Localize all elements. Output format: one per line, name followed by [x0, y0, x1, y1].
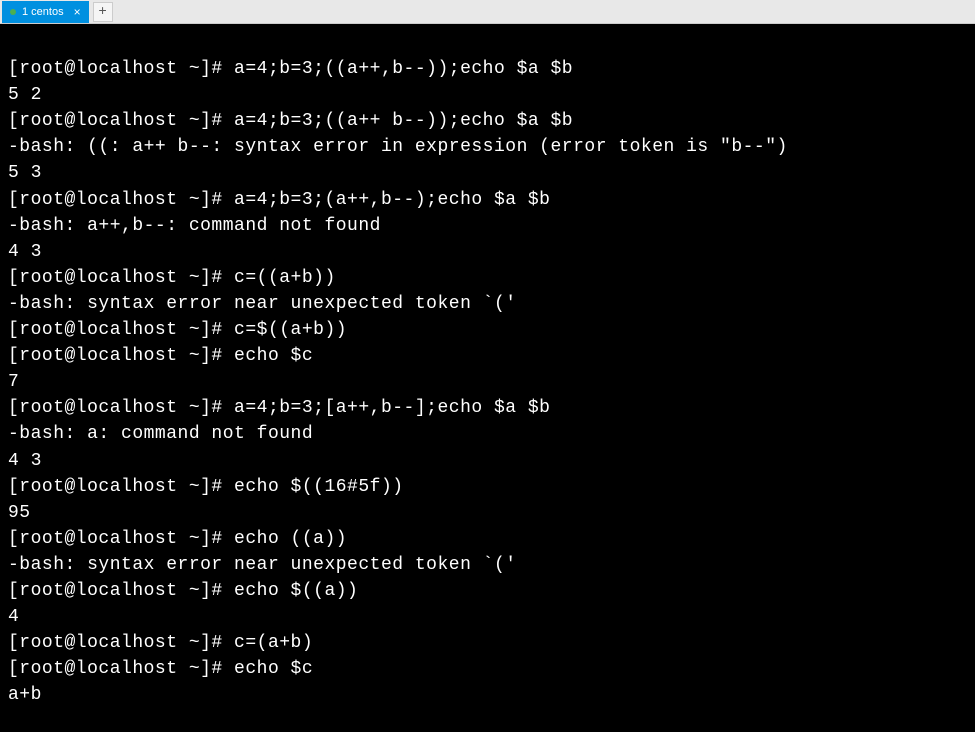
terminal-output-line: 95: [8, 500, 967, 526]
terminal-output-line: a+b: [8, 682, 967, 708]
tab-label: 1 centos: [22, 6, 64, 18]
terminal-command-line: [root@localhost ~]# c=$((a+b)): [8, 317, 967, 343]
terminal-command-line: [root@localhost ~]# echo $c: [8, 656, 967, 682]
terminal-output-line: 5 3: [8, 160, 967, 186]
terminal-command-line: [root@localhost ~]# echo ((a)): [8, 526, 967, 552]
terminal-output-line: -bash: a: command not found: [8, 421, 967, 447]
terminal-command-line: [root@localhost ~]# a=4;b=3;[a++,b--];ec…: [8, 395, 967, 421]
terminal-output-line: -bash: ((: a++ b--: syntax error in expr…: [8, 134, 967, 160]
terminal-command-line: [root@localhost ~]# echo $c: [8, 343, 967, 369]
terminal[interactable]: [root@localhost ~]# a=4;b=3;((a++,b--));…: [0, 24, 975, 714]
terminal-output-line: 4: [8, 604, 967, 630]
terminal-output-line: -bash: a++,b--: command not found: [8, 213, 967, 239]
terminal-output-line: 5 2: [8, 82, 967, 108]
terminal-command-line: [root@localhost ~]# c=(a+b): [8, 630, 967, 656]
terminal-output-line: 4 3: [8, 448, 967, 474]
terminal-command-line: [root@localhost ~]# echo $((a)): [8, 578, 967, 604]
add-tab-button[interactable]: +: [93, 2, 113, 22]
terminal-output-line: -bash: syntax error near unexpected toke…: [8, 552, 967, 578]
terminal-command-line: [root@localhost ~]# a=4;b=3;(a++,b--);ec…: [8, 187, 967, 213]
terminal-command-line: [root@localhost ~]# c=((a+b)): [8, 265, 967, 291]
tab-status-indicator: [10, 9, 16, 15]
close-icon[interactable]: ×: [74, 5, 81, 19]
terminal-output-line: -bash: syntax error near unexpected toke…: [8, 291, 967, 317]
terminal-command-line: [root@localhost ~]# a=4;b=3;((a++ b--));…: [8, 108, 967, 134]
terminal-output-line: 4 3: [8, 239, 967, 265]
tab-bar: 1 centos × +: [0, 0, 975, 24]
terminal-output-line: 7: [8, 369, 967, 395]
terminal-command-line: [root@localhost ~]# echo $((16#5f)): [8, 474, 967, 500]
terminal-command-line: [root@localhost ~]# a=4;b=3;((a++,b--));…: [8, 56, 967, 82]
tab-centos[interactable]: 1 centos ×: [2, 1, 89, 23]
